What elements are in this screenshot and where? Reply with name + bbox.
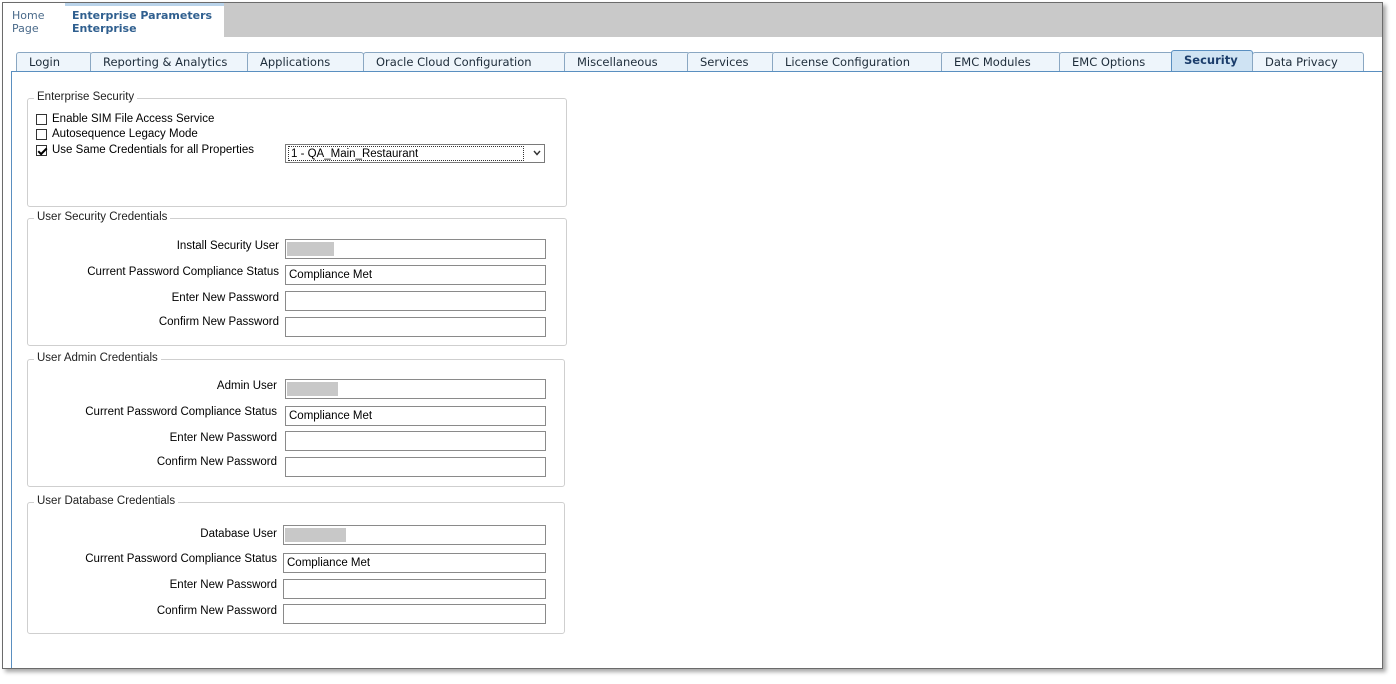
admin-user-input[interactable] (285, 379, 546, 399)
same-credentials-label: Use Same Credentials for all Properties (52, 144, 254, 156)
content-left-border (11, 71, 12, 668)
compliance-status-field: Compliance Met (285, 406, 546, 426)
new-password-label: Enter New Password (171, 292, 279, 304)
property-select[interactable]: 1 - QA_Main_Restaurant (285, 144, 545, 163)
chevron-down-icon (533, 150, 541, 156)
enable-sim-row: Enable SIM File Access Service (36, 112, 214, 126)
tab-reporting-analytics[interactable]: Reporting & Analytics (90, 52, 250, 71)
confirm-password-input[interactable] (285, 457, 546, 477)
redacted-value (287, 242, 334, 256)
compliance-status-label: Current Password Compliance Status (85, 406, 277, 418)
autosequence-checkbox[interactable] (36, 128, 47, 140)
confirm-password-input[interactable] (283, 604, 546, 624)
enable-sim-checkbox[interactable] (36, 113, 47, 125)
enterprise-security-group: Enterprise Security Enable SIM File Acce… (27, 91, 567, 207)
user-database-group: User Database Credentials Database User … (27, 495, 565, 634)
user-admin-group: User Admin Credentials Admin User Curren… (27, 352, 565, 487)
page-title: Enterprise Parameters (72, 9, 213, 22)
new-password-input[interactable] (283, 579, 546, 599)
tab-security[interactable]: Security (1171, 50, 1253, 72)
tab-services[interactable]: Services (687, 52, 775, 71)
home-line2: Page (12, 22, 39, 35)
new-password-input[interactable] (285, 291, 546, 311)
compliance-status-label: Current Password Compliance Status (85, 553, 277, 565)
install-security-user-label: Install Security User (176, 240, 279, 252)
tab-oracle-cloud-configuration[interactable]: Oracle Cloud Configuration (363, 52, 567, 71)
tab-login[interactable]: Login (16, 52, 92, 71)
property-select-value: 1 - QA_Main_Restaurant (288, 146, 524, 161)
install-security-user-input[interactable] (285, 239, 546, 259)
tab-applications[interactable]: Applications (247, 52, 364, 71)
compliance-status-field: Compliance Met (285, 265, 546, 285)
group-legend: User Security Credentials (34, 211, 171, 223)
home-line1: Home (12, 9, 45, 22)
new-password-input[interactable] (285, 431, 546, 451)
compliance-status-label: Current Password Compliance Status (87, 266, 279, 278)
confirm-password-label: Confirm New Password (156, 456, 277, 468)
user-security-group: User Security Credentials Install Securi… (27, 211, 567, 346)
same-credentials-checkbox[interactable] (36, 144, 47, 156)
compliance-status-field: Compliance Met (283, 553, 546, 573)
group-legend: Enterprise Security (34, 91, 138, 103)
tab-license-configuration[interactable]: License Configuration (772, 52, 943, 71)
tab-emc-options[interactable]: EMC Options (1059, 52, 1173, 71)
redacted-value (287, 382, 338, 396)
redacted-value (285, 528, 346, 542)
tab-miscellaneous[interactable]: Miscellaneous (564, 52, 690, 71)
admin-user-label: Admin User (216, 380, 277, 392)
new-password-label: Enter New Password (169, 579, 277, 591)
tab-strip: Login Reporting & Analytics Applications… (3, 49, 1382, 73)
same-credentials-row: Use Same Credentials for all Properties (36, 143, 254, 157)
new-password-label: Enter New Password (169, 432, 277, 444)
enterprise-parameters-tab[interactable]: Enterprise Parameters Enterprise (65, 3, 224, 37)
tab-data-privacy[interactable]: Data Privacy (1252, 52, 1364, 71)
group-legend: User Database Credentials (34, 495, 179, 507)
group-legend: User Admin Credentials (34, 352, 161, 364)
confirm-password-label: Confirm New Password (156, 605, 277, 617)
tab-emc-modules[interactable]: EMC Modules (941, 52, 1061, 71)
app-window: Home Page Enterprise Parameters Enterpri… (2, 2, 1383, 669)
database-user-label: Database User (200, 528, 277, 540)
confirm-password-input[interactable] (285, 317, 546, 337)
confirm-password-label: Confirm New Password (158, 316, 279, 328)
tab-baseline (11, 71, 1382, 72)
page-subtitle: Enterprise (72, 22, 137, 35)
database-user-input[interactable] (283, 525, 546, 545)
enable-sim-label: Enable SIM File Access Service (52, 113, 215, 125)
home-page-tab[interactable]: Home Page (3, 3, 65, 37)
autosequence-row: Autosequence Legacy Mode (36, 127, 198, 141)
autosequence-label: Autosequence Legacy Mode (52, 128, 198, 140)
